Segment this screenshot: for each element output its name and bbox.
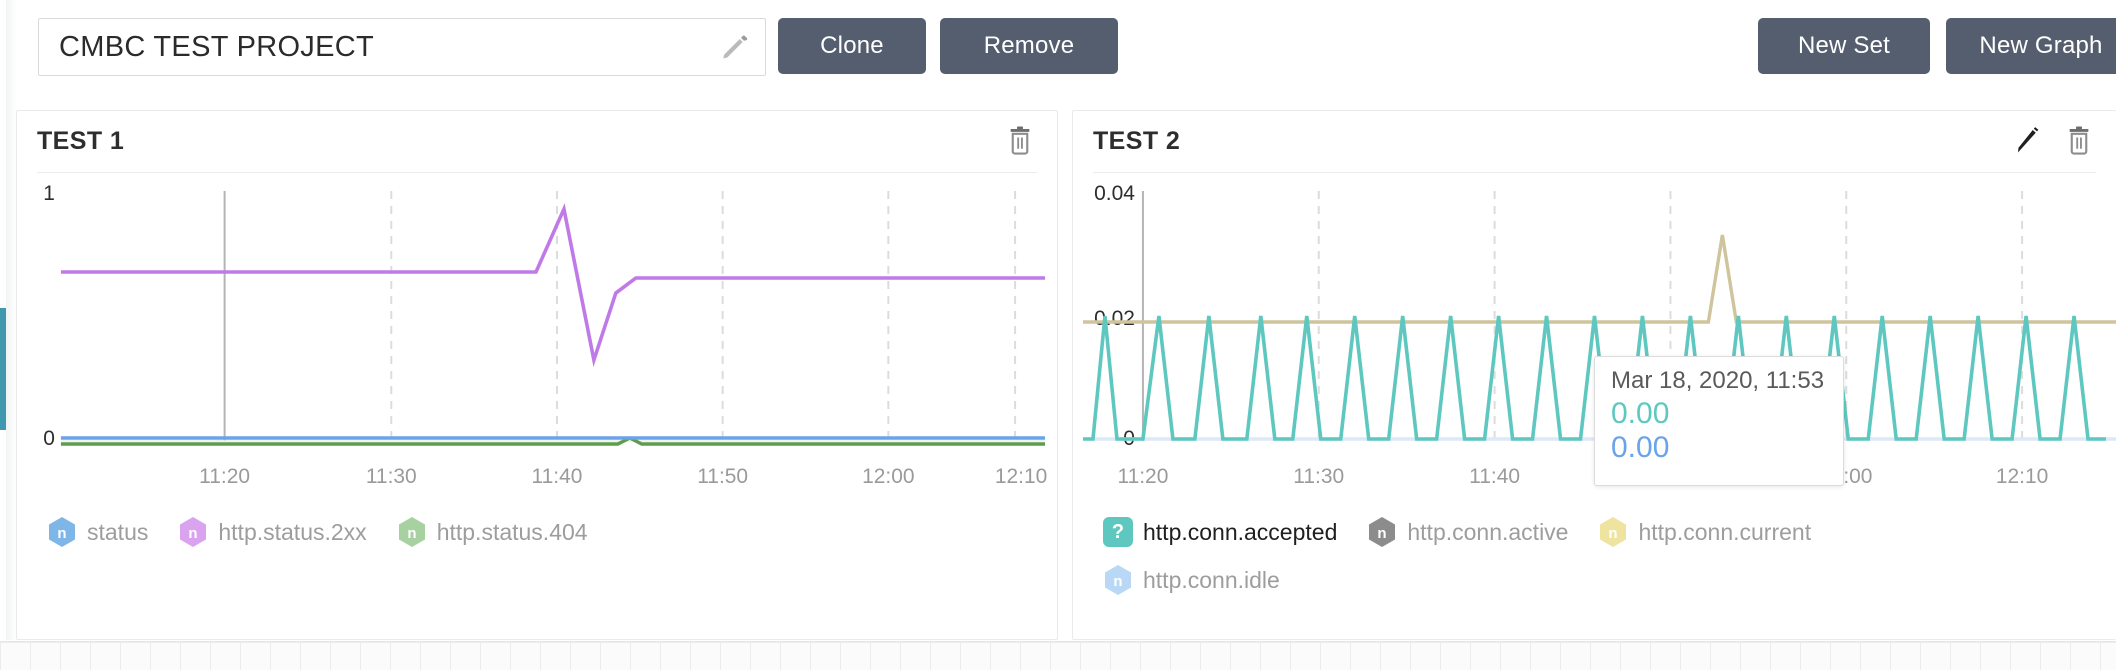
legend-item[interactable]: n http.conn.current bbox=[1598, 515, 1811, 549]
y-tick-label: 0 bbox=[43, 427, 55, 450]
hexagon-n-icon: n bbox=[180, 517, 207, 547]
legend-label: http.conn.current bbox=[1638, 518, 1812, 545]
y-tick-label: 1 bbox=[43, 182, 55, 205]
chart-tooltip: Mar 18, 2020, 11:53 0.00 0.00 bbox=[1594, 356, 1844, 486]
svg-text:n: n bbox=[407, 525, 416, 542]
panel-title: TEST 1 bbox=[37, 126, 125, 155]
trash-icon[interactable] bbox=[2064, 124, 2094, 158]
legend-label: http.conn.accepted bbox=[1143, 518, 1338, 545]
panel-header: TEST 2 bbox=[1073, 111, 2116, 171]
tooltip-timestamp: Mar 18, 2020, 11:53 bbox=[1611, 367, 1825, 394]
legend-item[interactable]: n http.conn.active bbox=[1367, 515, 1568, 549]
new-set-button[interactable]: New Set bbox=[1758, 18, 1930, 74]
tooltip-value: 0.00 bbox=[1611, 430, 1670, 464]
project-name-field[interactable]: CMBC TEST PROJECT bbox=[38, 18, 766, 76]
background-grid bbox=[0, 641, 2116, 670]
legend-item[interactable]: n http.status.2xx bbox=[178, 515, 367, 549]
y-tick-label: 0.02 bbox=[1094, 307, 1135, 330]
hexagon-n-icon: n bbox=[1105, 565, 1131, 595]
hexagon-n-icon: n bbox=[1369, 517, 1396, 547]
hexagon-n-icon: n bbox=[398, 517, 425, 547]
series-line-http-status-2xx bbox=[60, 203, 1046, 368]
x-tick-label: 11:50 bbox=[697, 465, 748, 488]
panel-header: TEST 1 bbox=[17, 111, 1057, 171]
legend-label: http.conn.active bbox=[1407, 518, 1569, 545]
remove-button[interactable]: Remove bbox=[940, 18, 1118, 74]
x-tick-label: 11:20 bbox=[1117, 465, 1168, 488]
svg-text:n: n bbox=[189, 525, 198, 542]
pencil-icon[interactable] bbox=[2012, 124, 2042, 158]
x-tick-label: 11:30 bbox=[1293, 465, 1344, 488]
x-tick-label: 12:10 bbox=[1996, 465, 2048, 488]
legend-item[interactable]: n http.conn.idle bbox=[1103, 563, 2100, 597]
panel-actions bbox=[1005, 124, 1035, 158]
x-tick-label: 11:40 bbox=[532, 465, 583, 488]
legend-item[interactable]: n status bbox=[47, 515, 148, 549]
question-square-icon: ? bbox=[1103, 517, 1133, 547]
new-graph-button[interactable]: New Graph bbox=[1946, 18, 2116, 74]
tooltip-value: 0.00 bbox=[1611, 397, 1670, 430]
svg-text:n: n bbox=[1113, 573, 1122, 590]
x-tick-label: 11:30 bbox=[366, 465, 417, 488]
graph-panel-test1: TEST 1 1 0 11:20 11:30 11:40 11:50 12:00… bbox=[16, 110, 1058, 640]
svg-text:n: n bbox=[57, 525, 66, 542]
trash-icon[interactable] bbox=[1005, 124, 1035, 158]
svg-text:n: n bbox=[1378, 525, 1387, 542]
panel-title: TEST 2 bbox=[1093, 126, 1181, 155]
left-rail bbox=[6, 0, 16, 640]
x-tick-label: 12:10 bbox=[995, 465, 1047, 488]
series-line-http-conn-current bbox=[1082, 234, 2116, 324]
legend-label: http.conn.idle bbox=[1143, 566, 1280, 593]
clone-button[interactable]: Clone bbox=[778, 18, 926, 74]
x-tick-label: 11:20 bbox=[199, 465, 250, 488]
legend-label: status bbox=[87, 518, 149, 545]
chart-legend-test2: ? http.conn.accepted n http.conn.active … bbox=[1103, 515, 2100, 597]
left-accent-bar[interactable] bbox=[0, 308, 6, 430]
hexagon-n-icon: n bbox=[1600, 517, 1627, 547]
hexagon-n-icon: n bbox=[49, 517, 75, 547]
legend-label: http.status.404 bbox=[436, 518, 588, 545]
chart-legend-test1: n status n http.status.2xx n http.status… bbox=[47, 515, 1041, 549]
legend-item[interactable]: ? http.conn.accepted bbox=[1103, 517, 1337, 547]
x-tick-label: 12:00 bbox=[862, 465, 914, 488]
panel-actions bbox=[2012, 124, 2094, 158]
y-tick-label: 0.04 bbox=[1094, 182, 1135, 205]
project-name-input[interactable]: CMBC TEST PROJECT bbox=[59, 31, 719, 64]
dashboard-root: CMBC TEST PROJECT Clone Remove New Set N… bbox=[0, 0, 2116, 670]
top-toolbar: CMBC TEST PROJECT Clone Remove New Set N… bbox=[0, 0, 2116, 90]
legend-label: http.status.2xx bbox=[218, 518, 367, 545]
chart-test1[interactable]: 1 0 11:20 11:30 11:40 11:50 12:00 12:10 bbox=[17, 173, 1057, 503]
legend-item[interactable]: n http.status.404 bbox=[397, 515, 588, 549]
svg-text:n: n bbox=[1609, 525, 1618, 542]
x-tick-label: 11:40 bbox=[1469, 465, 1520, 488]
pencil-icon[interactable] bbox=[719, 32, 749, 62]
